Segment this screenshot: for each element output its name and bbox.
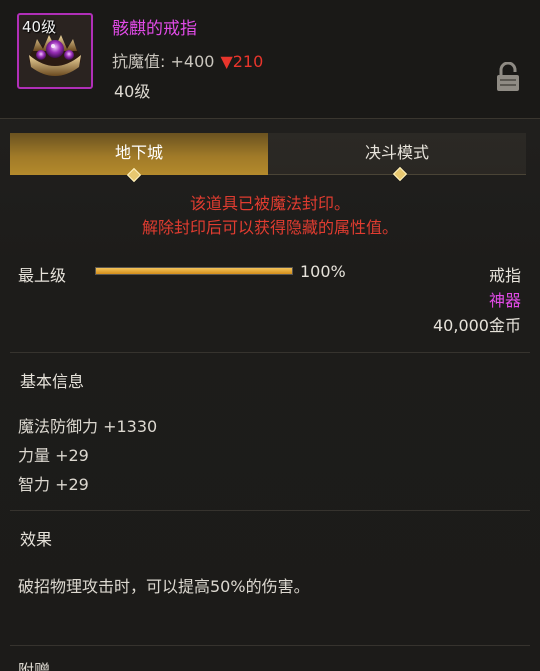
item-rarity: 神器 [488, 291, 521, 310]
grade-progress-bar [95, 267, 293, 275]
seal-message-line-2: 解除封印后可以获得隐藏的属性值。 [141, 218, 398, 237]
tab-duel-indicator-icon [392, 166, 408, 182]
tab-dungeon-label: 地下城 [114, 143, 163, 162]
basic-info-title: 基本信息 [20, 372, 85, 391]
icon-level-text: 40级 [22, 18, 57, 36]
magic-resist-stat: 抗魔值: +400 ▼210 [112, 48, 263, 72]
item-type: 戒指 [488, 266, 521, 285]
grade-label: 最上级 [18, 266, 67, 285]
lock-icon[interactable] [496, 62, 520, 92]
mode-tabs: 地下城 决斗模式 [10, 133, 530, 183]
section-divider [10, 645, 530, 646]
tab-dungeon-indicator-icon [126, 167, 142, 183]
tab-duel-mode[interactable]: 决斗模式 [268, 133, 526, 182]
item-price: 40,000金币 [433, 316, 521, 335]
item-icon-frame: 40级 [17, 13, 93, 89]
item-tooltip-panel: 40级 骸麒的戒指 抗魔值: +400 ▼210 40级 地下城 决斗模式 该道… [0, 0, 540, 671]
effect-text: 破招物理攻击时，可以提高50%的伤害。 [18, 577, 310, 596]
next-section-title: 附赠 [18, 661, 51, 671]
grade-percent: 100% [300, 262, 346, 281]
basic-stat-intelligence: 智力 +29 [18, 475, 89, 494]
basic-stat-magic-defense: 魔法防御力 +1330 [18, 417, 158, 436]
section-divider [10, 510, 530, 511]
item-header: 40级 骸麒的戒指 抗魔值: +400 ▼210 40级 [0, 0, 540, 119]
item-level: 40级 [114, 82, 151, 101]
basic-stat-strength: 力量 +29 [18, 446, 89, 465]
effect-title: 效果 [20, 530, 53, 549]
magic-resist-label: 抗魔值: +400 [112, 52, 215, 71]
seal-message-line-1: 该道具已被魔法封印。 [189, 194, 350, 213]
item-name: 骸麒的戒指 [112, 19, 197, 39]
tab-dungeon[interactable]: 地下城 [10, 133, 268, 183]
tab-duel-mode-label: 决斗模式 [364, 143, 429, 162]
grade-progress-fill [96, 268, 292, 274]
section-divider [10, 352, 530, 353]
magic-resist-decrease: ▼210 [220, 52, 264, 71]
